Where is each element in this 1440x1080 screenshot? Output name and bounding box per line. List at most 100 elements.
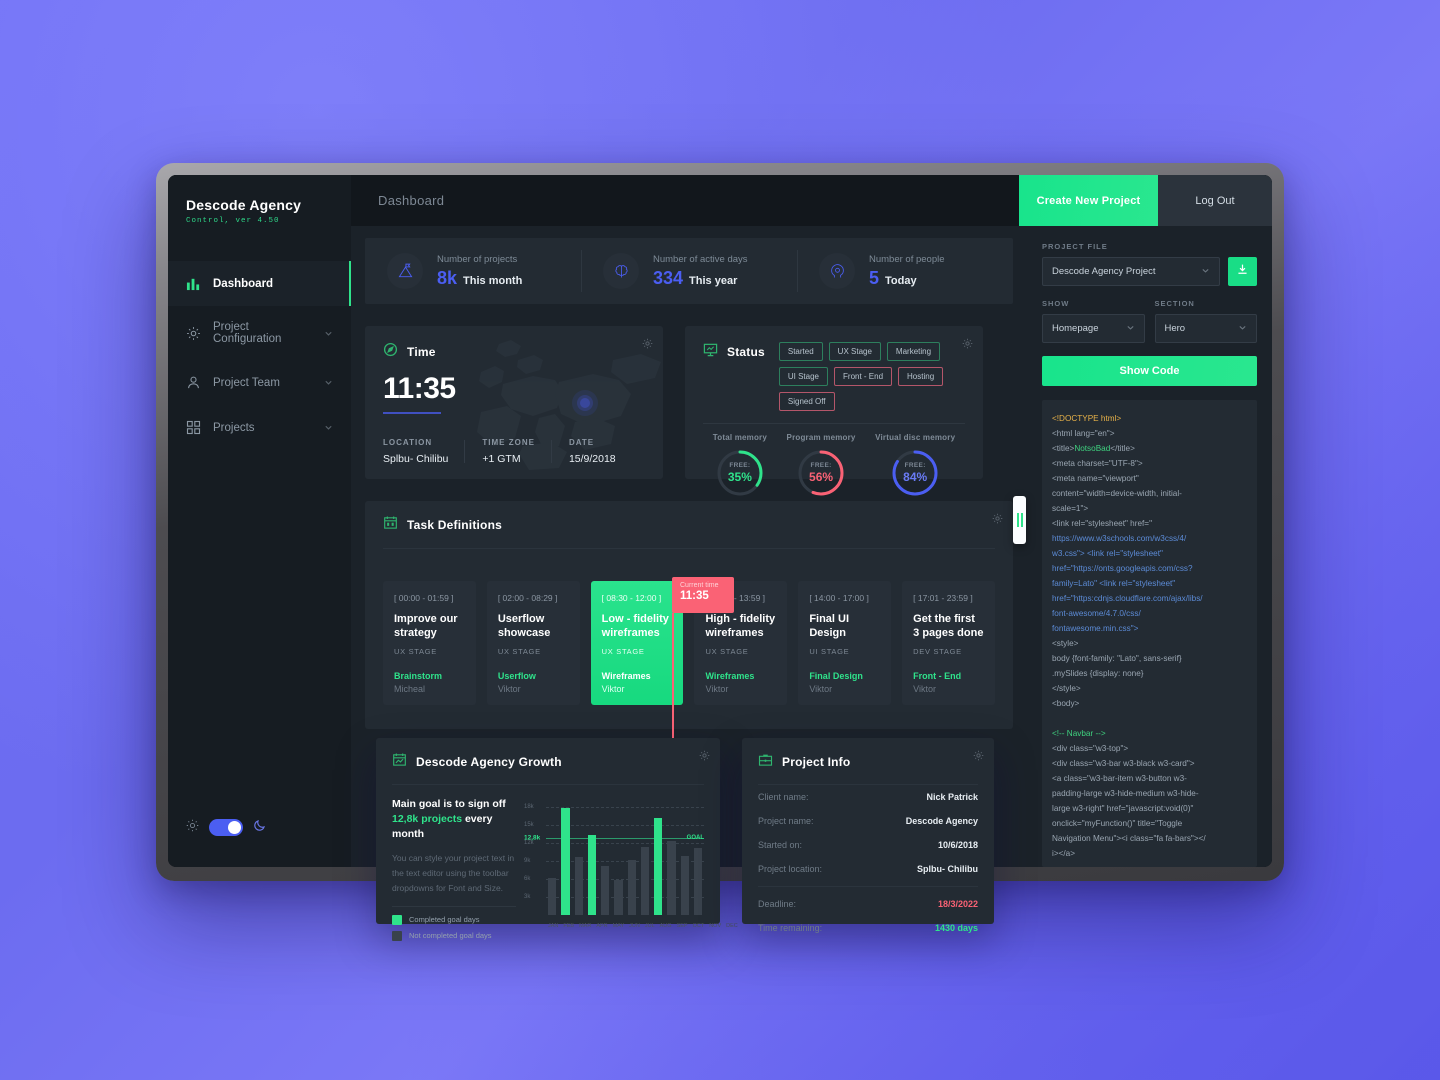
logout-button[interactable]: Log Out [1158, 175, 1272, 226]
section-label: SECTION [1154, 299, 1195, 308]
meta-value: +1 GTM [482, 453, 521, 465]
code-line: <body> [1052, 699, 1080, 708]
code-line: </style> [1052, 684, 1081, 693]
stat-value: 8k [437, 267, 458, 288]
ring-free-label: FREE: [810, 462, 832, 469]
legend-not-completed: Not completed goal days [392, 930, 516, 941]
mountain-flag-icon [387, 253, 423, 289]
task-user: Micheal [394, 684, 426, 694]
toggle-knob [228, 821, 241, 834]
info-row: Started on: 10/6/2018 [758, 833, 978, 857]
sidebar: Descode Agency Control, ver 4.50 Dashboa… [168, 175, 352, 867]
tasks-card-header: Task Definitions [383, 515, 995, 535]
theme-toggle-switch[interactable] [209, 819, 243, 836]
gear-icon[interactable] [973, 748, 984, 761]
code-line: .mySlides {display: none} [1052, 669, 1144, 678]
create-new-project-button[interactable]: Create New Project [1019, 175, 1158, 226]
gear-icon[interactable] [642, 336, 653, 349]
chart-bar [693, 847, 702, 915]
code-line: <!-- Navbar --> [1052, 729, 1106, 738]
info-value: Splbu- Chilibu [917, 864, 978, 874]
status-card-header: Status Started UX Stage Marketing UI Sta… [703, 342, 965, 411]
chart-x-tick: MAR [579, 923, 592, 929]
chevron-down-icon [324, 378, 333, 387]
task-user: Viktor [913, 684, 936, 694]
brand-subtitle: Control, ver 4.50 [186, 217, 280, 225]
task-card[interactable]: [ 02:00 - 08:29 ] Userflow showcase UX S… [486, 581, 580, 705]
code-line: <!DOCTYPE html> [1052, 414, 1122, 423]
task-card[interactable]: [ 00:00 - 01:59 ] Improve our strategy U… [383, 581, 476, 705]
chart-x-tick: JUN [629, 923, 640, 929]
task-tag: Front - End [913, 671, 962, 681]
status-badge[interactable]: Front - End [834, 367, 893, 386]
status-badge[interactable]: Marketing [886, 342, 941, 361]
gear-icon[interactable] [699, 748, 710, 761]
ring-program-memory: Program memory FREE: 56% [787, 433, 856, 498]
chart-bar-column [680, 797, 689, 915]
show-select[interactable]: Homepage [1042, 314, 1145, 343]
task-stage: UI STAGE [809, 646, 850, 656]
stats-strip: Number of projects 8k This month Number … [365, 238, 1013, 304]
briefcase-icon [758, 752, 773, 772]
download-button[interactable] [1228, 257, 1257, 286]
ring-percent: 56% [809, 470, 834, 484]
info-value: Descode Agency [905, 816, 978, 826]
growth-paragraph: You can style your project text in the t… [392, 852, 515, 894]
chart-bar [627, 859, 636, 915]
gear-icon[interactable] [992, 511, 1003, 524]
section-select[interactable]: Hero [1154, 314, 1257, 343]
task-card-active[interactable]: [ 08:30 - 12:00 ] Low - fidelity wirefra… [590, 581, 684, 705]
status-badge[interactable]: UI Stage [778, 367, 829, 386]
sidebar-item-dashboard[interactable]: Dashboard [168, 261, 352, 306]
task-card[interactable]: [ 14:00 - 17:00 ] Final UI Design UI STA… [798, 581, 892, 705]
section-value: Hero [1164, 323, 1186, 334]
sidebar-item-projects[interactable]: Projects [168, 405, 351, 450]
divider [703, 423, 965, 424]
code-line: <title>NotsoBad</title> [1052, 444, 1135, 453]
chart-bar-column [601, 797, 610, 915]
chart-y-tick: 6k [524, 876, 531, 882]
compass-icon [383, 342, 398, 362]
gear-icon[interactable] [962, 336, 973, 349]
chart-bar-icon [186, 276, 201, 291]
stat-value: 5 [869, 267, 880, 288]
show-code-button[interactable]: Show Code [1042, 356, 1257, 386]
page-title: Dashboard [378, 193, 445, 208]
growth-card-header: Descode Agency Growth [392, 752, 704, 772]
sidebar-item-project-team[interactable]: Project Team [168, 360, 351, 405]
calendar-task-icon [383, 515, 398, 535]
status-badge[interactable]: Started [778, 342, 823, 361]
code-line: family=Lato" <link rel="stylesheet" [1052, 579, 1176, 588]
sidebar-item-project-configuration[interactable]: Project Configuration [168, 306, 351, 360]
info-key: Deadline: [758, 899, 797, 909]
sun-icon[interactable] [186, 819, 199, 837]
status-badge[interactable]: Signed Off [778, 392, 835, 411]
chart-bar-column [693, 797, 702, 915]
card-title: Project Info [782, 755, 851, 769]
task-card[interactable]: [ 17:01 - 23:59 ] Get the first 3 pages … [902, 581, 995, 705]
card-title: Task Definitions [407, 518, 502, 532]
task-stage: UX STAGE [394, 646, 437, 656]
chart-bar [587, 834, 596, 915]
info-key: Started on: [758, 840, 803, 850]
chart-goal-value: 12,8k [524, 834, 541, 842]
time-meta-date: DATE 15/9/2018 [550, 438, 632, 465]
goal-head-b: 12,8k projects [392, 813, 463, 826]
project-file-select[interactable]: Descode Agency Project [1042, 257, 1220, 286]
legend-label: Completed goal days [409, 915, 480, 925]
status-badge[interactable]: Hosting [898, 367, 944, 386]
code-viewer[interactable]: <!DOCTYPE html> <html lang="en"> <title>No… [1042, 400, 1257, 867]
status-badge[interactable]: UX Stage [828, 342, 881, 361]
moon-icon[interactable] [253, 818, 267, 837]
stat-label: Number of people [869, 253, 945, 265]
chart-y-tick: 15k [524, 822, 534, 828]
calendar-chart-icon [392, 752, 407, 772]
sidebar-item-label: Project Configuration [213, 321, 282, 345]
sidebar-item-label: Projects [213, 421, 255, 434]
presentation-icon [703, 342, 718, 362]
current-time-flag: Current time 11:35 [672, 577, 734, 613]
status-card: Status Started UX Stage Marketing UI Sta… [685, 326, 983, 496]
stat-period: This month [463, 274, 523, 287]
growth-bar-chart: 18k 15k 12k 9k 6k 3k 12,8k GOAL JAN FEB MAR APR MAY J… [524, 797, 738, 929]
panel-resize-handle[interactable] [1013, 496, 1026, 544]
